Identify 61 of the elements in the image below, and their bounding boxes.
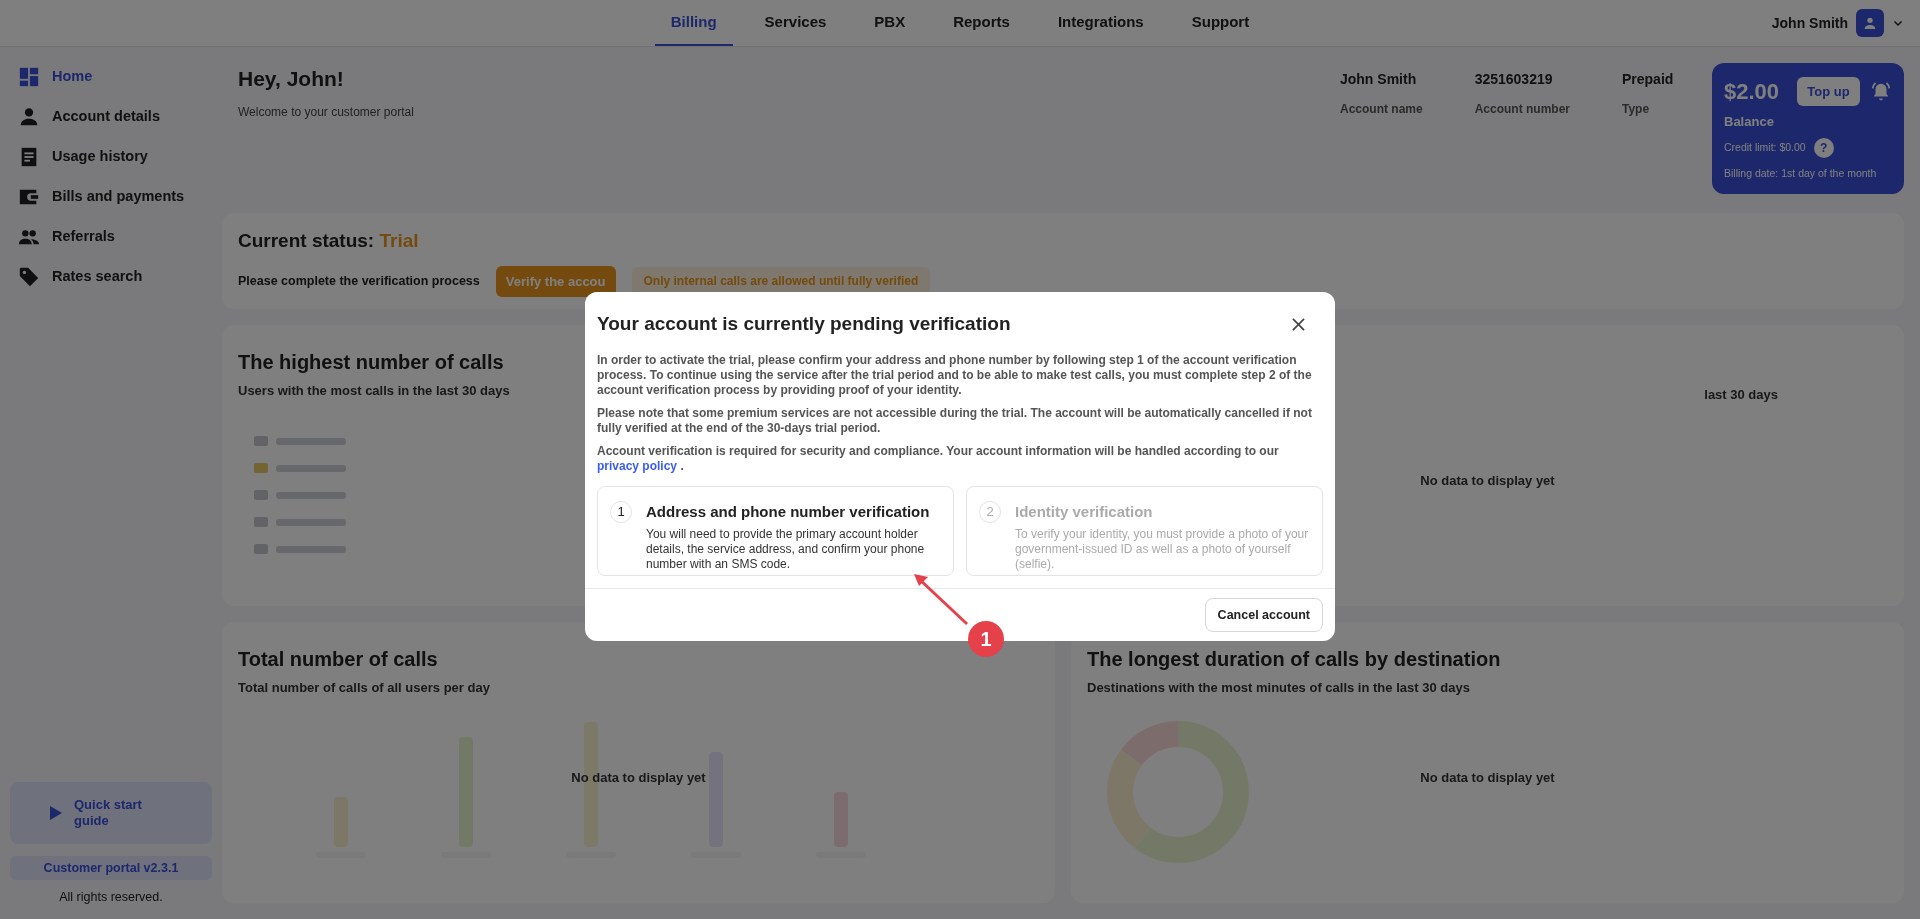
billing-date-text: Billing date: 1st day of the month <box>1724 165 1878 181</box>
sidebar-item[interactable]: Usage history <box>10 137 212 177</box>
sidebar-item[interactable]: Home <box>10 57 212 97</box>
dialog-paragraph: Account verification is required for security and compliance. Your account information will be handled according to our privacy policy . <box>597 443 1280 474</box>
avatar-icon[interactable] <box>1856 9 1884 37</box>
account-field-label: Account name <box>1339 101 1423 118</box>
card-subtitle: last 30 days <box>1704 386 1778 404</box>
card-title: Total number of calls <box>238 647 438 672</box>
empty-chart-message: No data to display yet <box>1420 472 1555 491</box>
card-title: The highest number of calls <box>238 350 504 375</box>
account-field-value: John Smith <box>1339 70 1418 89</box>
greeting-heading: Hey, John! <box>238 66 345 92</box>
top-up-button[interactable]: Top up <box>1797 76 1860 107</box>
dialog-paragraph: In order to activate the trial, please confirm your address and phone number by following step 1 of the account verification process. To continue using the service after the trial period and to be able to make test calls, you must complete step 2 of the account verification process by providing proof of your identity. <box>597 352 1313 398</box>
nav-tab[interactable]: Support <box>1175 0 1266 46</box>
tag-icon <box>18 266 40 288</box>
step-description: You will need to provide the primary account holder details, the service address, and confirm your phone number with an SMS code. <box>646 527 926 572</box>
account-field-value: Prepaid <box>1622 70 1675 89</box>
verification-step-card[interactable]: 1 Address and phone number verification You will need to provide the primary account holder details, the service address, and confirm your phone number with an SMS code. <box>597 485 954 576</box>
card-subtitle: Destinations with the most minutes of calls in the last 30 days <box>1087 679 1470 697</box>
dialog-title: Your account is currently pending verification <box>597 312 1011 336</box>
card-subtitle: Total number of calls of all users per day <box>238 679 490 697</box>
sidebar-item[interactable]: Rates search <box>10 257 212 297</box>
cancel-account-button[interactable]: Cancel account <box>1204 597 1323 633</box>
greeting-subtitle: Welcome to your customer portal <box>238 103 415 121</box>
step-title: Identity verification <box>1015 501 1154 522</box>
copyright-text: All rights reserved. <box>58 889 164 907</box>
dashboard-icon <box>18 66 40 88</box>
bell-icon[interactable] <box>1870 80 1892 103</box>
credit-limit-text: Credit limit: $0.00 <box>1724 139 1806 155</box>
sidebar-item[interactable]: Bills and payments <box>10 177 212 217</box>
status-heading: Current status: Trial <box>238 229 420 253</box>
nav-tab[interactable]: Reports <box>937 0 1026 46</box>
empty-chart-message: No data to display yet <box>1420 769 1555 788</box>
help-icon[interactable]: ? <box>1813 137 1834 158</box>
nav-tab[interactable]: Integrations <box>1041 0 1160 46</box>
user-name: John Smith <box>1771 13 1848 33</box>
sidebar-item[interactable]: Account details <box>10 97 212 137</box>
dialog-paragraph: Please note that some premium services are not accessible during the trial. The account will be automatically cancelled if not fully verified at the end of the 30-days trial period. <box>597 405 1313 436</box>
close-icon[interactable] <box>1292 317 1305 331</box>
play-icon <box>50 806 62 821</box>
sidebar-item[interactable]: Referrals <box>10 217 212 257</box>
nav-tab[interactable]: PBX <box>858 0 922 46</box>
empty-chart-message: No data to display yet <box>571 769 706 788</box>
privacy-policy-link[interactable]: privacy policy <box>597 458 678 473</box>
quick-start-label: Quick start guide <box>74 797 143 830</box>
account-field-label: Type <box>1622 101 1651 118</box>
person-icon <box>18 106 40 128</box>
card-title: The longest duration of calls by destination <box>1087 647 1501 672</box>
version-label: Customer portal v2.3.1 <box>10 856 212 881</box>
nav-tab[interactable]: Services <box>748 0 843 46</box>
step-title: Address and phone number verification <box>646 501 931 522</box>
card-subtitle: Users with the most calls in the last 30 days <box>238 382 510 400</box>
balance-amount: $2.00 <box>1724 78 1780 106</box>
status-message: Please complete the verification process <box>238 272 480 290</box>
nav-tab[interactable]: Billing <box>654 0 733 46</box>
account-field-label: Account number <box>1474 101 1570 118</box>
quick-start-guide-card[interactable]: Quick start guide <box>10 782 212 845</box>
account-field-value: 3251603219 <box>1474 70 1554 89</box>
balance-label: Balance <box>1724 113 1775 131</box>
step-description: To verify your identity, you must provide a photo of your government-issued ID as well as a photo of yourself (selfie). <box>1015 527 1310 572</box>
